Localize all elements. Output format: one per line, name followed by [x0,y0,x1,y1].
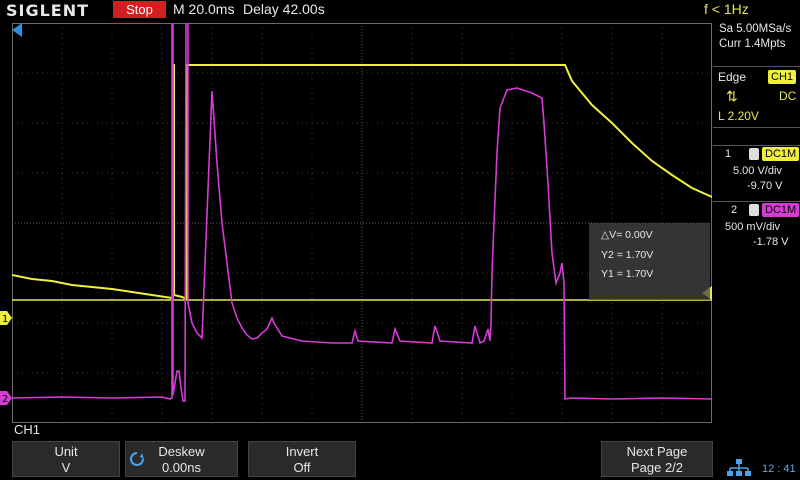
softkey-value: 0.00ns [161,460,202,475]
trigger-coupling: DC [779,89,797,103]
trigger-panel[interactable]: Edge CH1 ⇅ DC L 2.20V [713,66,800,128]
clock: 12 : 41 [762,463,796,475]
deskew-softkey[interactable]: Deskew 0.00ns [125,441,238,477]
softkey-label: Deskew [158,444,205,459]
softkey-value: Page 2/2 [630,460,684,475]
softkey-label: Invert [285,444,319,459]
ch1-panel[interactable]: 1 DC1M 5.00 V/div -9.70 V [713,145,800,196]
trigger-source: CH1 [768,70,797,84]
svg-text:1: 1 [2,314,8,325]
cursor-readout-panel: △V= 0.00V Y2 = 1.70V Y1 = 1.70V [589,223,710,300]
timebase-readout[interactable]: M 20.0ms [173,1,234,17]
ch2-coupling: DC1M [762,203,800,217]
invert-softkey[interactable]: Invert Off [248,441,356,477]
ch2-ground-marker[interactable]: 2 [0,391,12,405]
memory-depth: Curr 1.4Mpts [719,38,786,50]
y1-readout: Y1 = 1.70V [601,268,654,280]
ch1-scale: 5.00 V/div [733,165,782,177]
softkey-value: Off [293,460,311,475]
unit-softkey[interactable]: Unit V [12,441,120,477]
ch1-number: 1 [725,148,732,160]
svg-text:2: 2 [2,394,8,405]
delta-v-readout: △V= 0.00V [601,229,653,241]
ch1-ground-marker[interactable]: 1 [0,311,12,325]
next-page-softkey[interactable]: Next Page Page 2/2 [601,441,713,477]
y2-readout: Y2 = 1.70V [601,249,654,261]
trigger-level: L 2.20V [718,109,759,123]
brand-logo: SIGLENT [6,1,90,20]
menu-title: CH1 [14,422,41,437]
ch1-bw-icon [749,148,759,160]
ch2-number: 2 [731,204,738,216]
softkey-value: V [61,460,71,475]
sample-rate: Sa 5.00MSa/s [719,23,792,35]
frequency-counter: f < 1Hz [704,1,749,17]
ch2-panel[interactable]: 2 DC1M 500 mV/div -1.78 V [713,201,800,252]
rise-fall-icon: ⇅ [726,88,738,104]
trigger-position-icon[interactable] [12,23,24,37]
run-stop-indicator[interactable]: Stop [113,1,166,18]
ch2-bw-icon [749,204,759,216]
ch2-offset: -1.78 V [753,236,789,248]
network-icon [727,459,751,476]
top-status-bar: SIGLENT Stop M 20.0ms Delay 42.00s f < 1… [0,0,800,20]
trigger-type: Edge [718,70,747,84]
delay-readout[interactable]: Delay 42.00s [243,1,325,17]
ch2-scale: 500 mV/div [725,221,781,233]
softkey-label: Unit [54,444,78,459]
softkey-label: Next Page [626,444,688,459]
ch1-coupling: DC1M [762,147,800,161]
ch1-offset: -9.70 V [747,180,783,192]
